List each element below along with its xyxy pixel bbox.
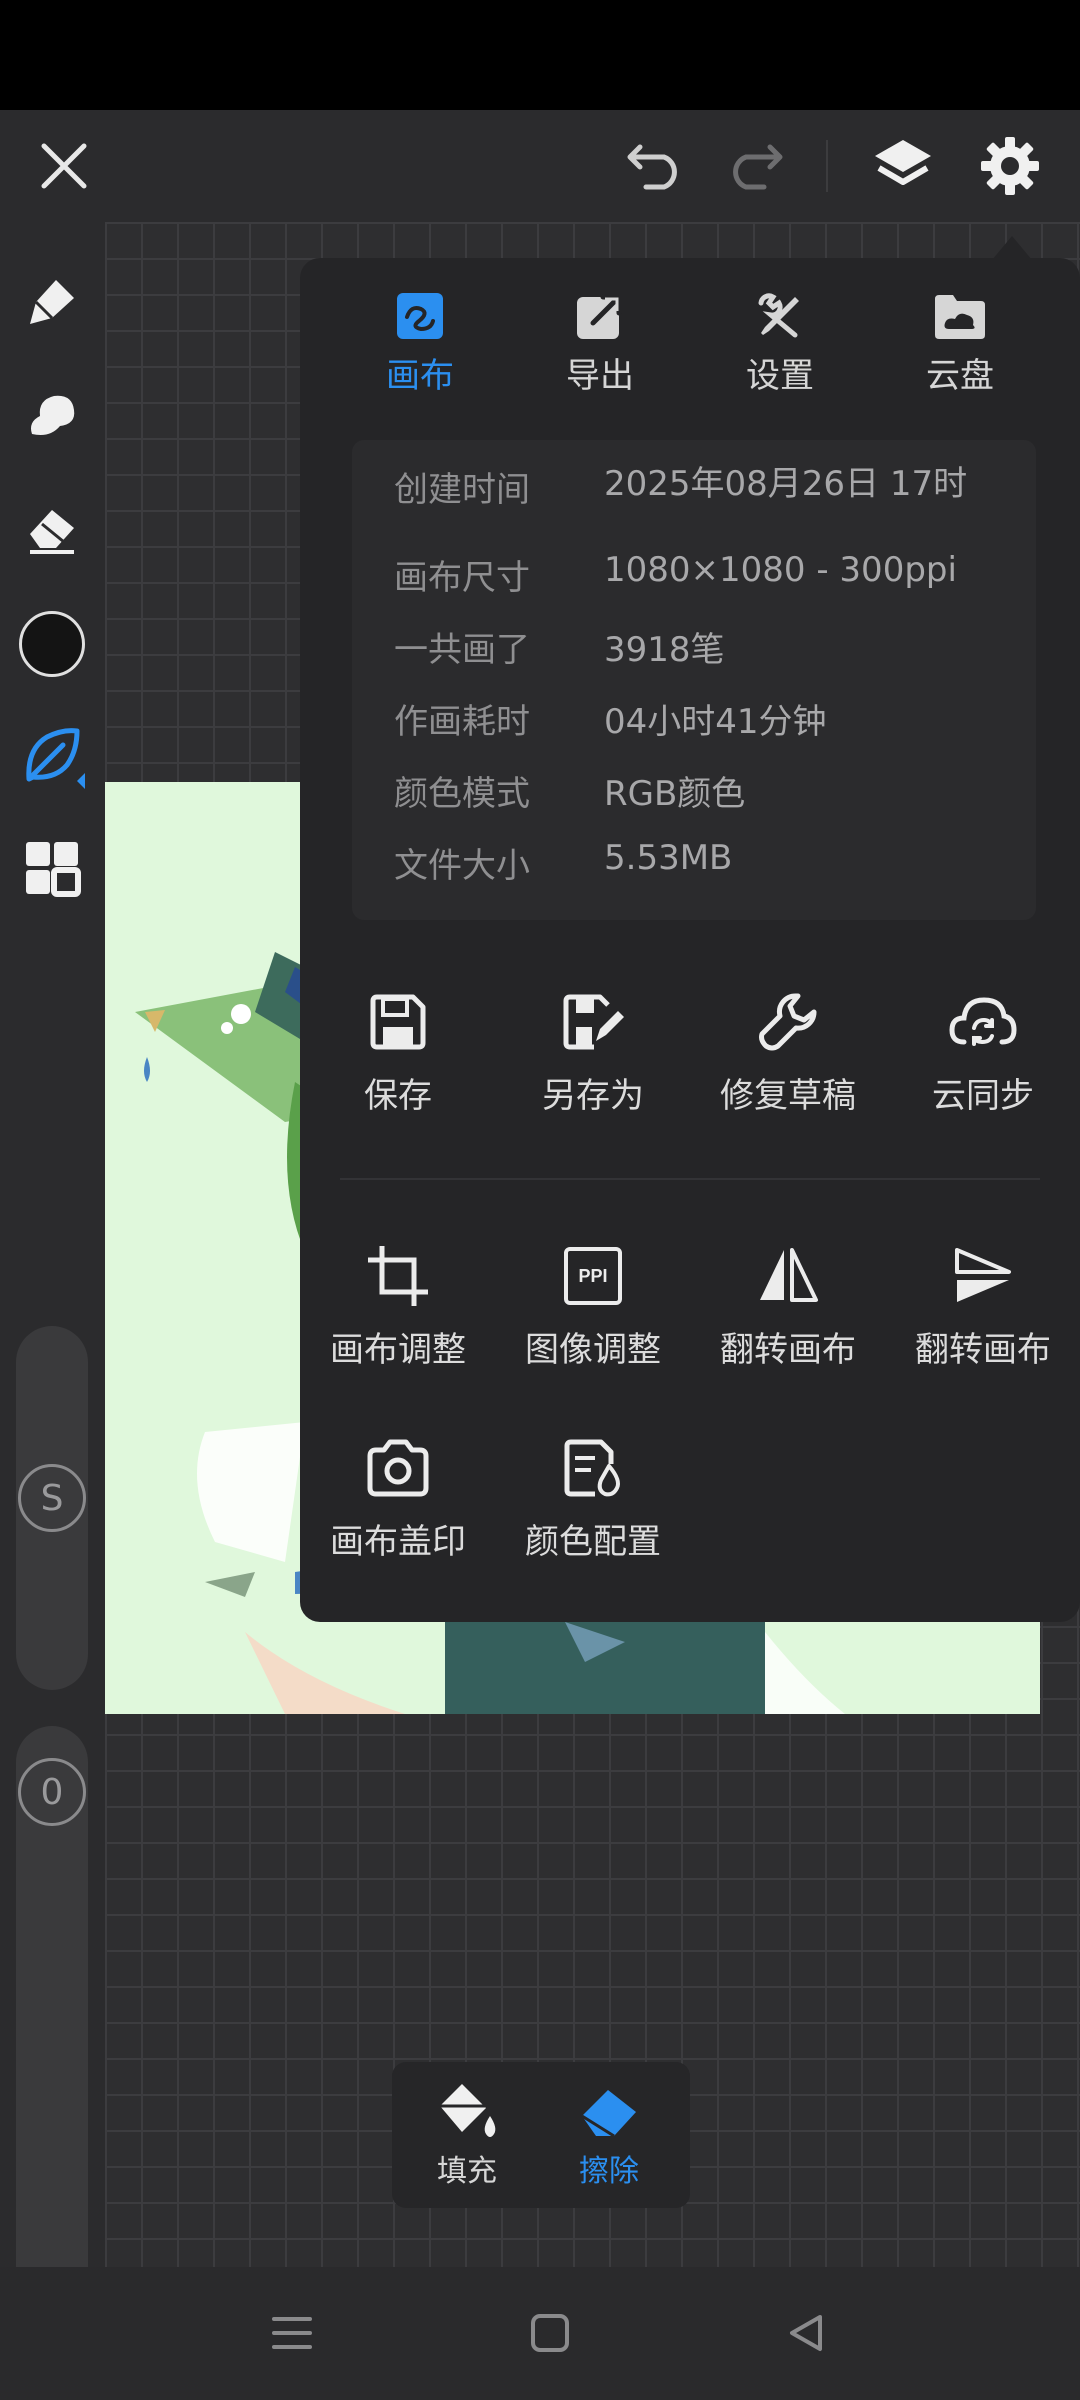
flip-vertical-button[interactable]: 翻转画布 — [885, 1238, 1080, 1371]
layers-icon[interactable] — [865, 128, 941, 204]
tab-settings[interactable]: 设置 — [690, 288, 870, 397]
tab-export[interactable]: 导出 — [510, 288, 690, 397]
image-adjust-button[interactable]: PPI 图像调整 — [495, 1238, 691, 1371]
info-key: 创建时间 — [394, 470, 530, 510]
action-label: 云同步 — [932, 1076, 1034, 1116]
ppi-text: PPI — [564, 1247, 622, 1305]
action-label: 翻转画布 — [915, 1330, 1051, 1370]
info-value: 2025年08月26日 17时09分 — [604, 464, 968, 504]
brush-library-icon[interactable] — [12, 716, 92, 796]
redo-icon[interactable] — [716, 128, 792, 204]
repair-draft-button[interactable]: 修复草稿 — [690, 984, 886, 1117]
camera-icon — [360, 1430, 436, 1506]
toolbar-divider — [826, 140, 828, 192]
cloud-drive-icon — [932, 288, 988, 344]
fill-tool-button[interactable]: 填充 — [402, 2076, 532, 2190]
action-label: 保存 — [364, 1076, 432, 1116]
flip-vertical-icon — [945, 1238, 1021, 1314]
brush-size-knob[interactable]: S — [18, 1464, 86, 1532]
tab-label: 设置 — [746, 356, 814, 396]
info-row-size: 画布尺寸 1080×1080 - 300ppi — [394, 550, 957, 599]
left-toolbar: S 0 — [0, 222, 105, 2346]
info-key: 作画耗时 — [394, 702, 530, 742]
info-value: 04小时41分钟 — [604, 702, 827, 742]
pill-label: 填充 — [437, 2154, 497, 2189]
info-row-file-size: 文件大小 5.53MB — [394, 838, 732, 887]
save-as-button[interactable]: 另存为 — [495, 984, 691, 1117]
flip-horizontal-button[interactable]: 翻转画布 — [690, 1238, 886, 1371]
pen-tool-icon[interactable] — [12, 262, 92, 342]
bottom-tool-pill: 填充 擦除 — [392, 2062, 690, 2208]
color-profile-button[interactable]: 颜色配置 — [495, 1430, 691, 1563]
action-label: 画布调整 — [330, 1330, 466, 1370]
menu-icon[interactable] — [262, 2303, 322, 2363]
back-icon[interactable] — [776, 2303, 836, 2363]
cloud-sync-button[interactable]: 云同步 — [885, 984, 1080, 1117]
canvas-icon — [392, 288, 448, 344]
opacity-label: 0 — [40, 1771, 64, 1813]
size-label: S — [40, 1477, 64, 1519]
info-row-duration: 作画耗时 04小时41分钟 — [394, 694, 827, 743]
action-label: 图像调整 — [525, 1330, 661, 1370]
eraser-icon — [544, 2076, 674, 2144]
action-label: 颜色配置 — [525, 1522, 661, 1562]
info-value: 5.53MB — [604, 838, 733, 878]
tab-label: 云盘 — [926, 356, 994, 396]
top-bar — [0, 110, 1080, 222]
smudge-tool-icon[interactable] — [12, 376, 92, 456]
info-key: 颜色模式 — [394, 774, 530, 814]
undo-icon[interactable] — [618, 128, 694, 204]
tab-label: 导出 — [566, 356, 634, 396]
save-as-icon — [555, 984, 631, 1060]
info-row-created: 创建时间 2025年08月26日 17时09分 — [394, 462, 1004, 511]
info-row-color-mode: 颜色模式 RGB颜色 — [394, 766, 745, 815]
canvas-stamp-button[interactable]: 画布盖印 — [300, 1430, 496, 1563]
info-key: 一共画了 — [394, 630, 530, 670]
erase-tool-button[interactable]: 擦除 — [544, 2076, 674, 2190]
info-key: 文件大小 — [394, 846, 530, 886]
wrench-icon — [750, 984, 826, 1060]
status-bar — [0, 0, 1080, 110]
info-key: 画布尺寸 — [394, 558, 530, 598]
tab-label: 画布 — [386, 356, 454, 396]
home-icon[interactable] — [520, 2303, 580, 2363]
system-navigation-bar — [0, 2267, 1080, 2400]
fill-bucket-icon — [402, 2076, 532, 2144]
crop-icon — [360, 1238, 436, 1314]
color-profile-icon — [555, 1430, 631, 1506]
opacity-knob[interactable]: 0 — [18, 1758, 86, 1826]
info-value: 1080×1080 - 300ppi — [604, 550, 957, 590]
pill-label: 擦除 — [579, 2154, 639, 2189]
flip-horizontal-icon — [750, 1238, 826, 1314]
canvas-info-box: 创建时间 2025年08月26日 17时09分 画布尺寸 1080×1080 -… — [352, 440, 1036, 920]
panel-divider — [340, 1178, 1040, 1180]
cloud-sync-icon — [945, 984, 1021, 1060]
color-swatch[interactable] — [12, 604, 92, 684]
ppi-icon: PPI — [555, 1238, 631, 1314]
canvas-adjust-button[interactable]: 画布调整 — [300, 1238, 496, 1371]
info-row-strokes: 一共画了 3918笔 — [394, 622, 725, 671]
save-button[interactable]: 保存 — [300, 984, 496, 1117]
eraser-tool-icon[interactable] — [12, 488, 92, 568]
tab-cloud-drive[interactable]: 云盘 — [870, 288, 1050, 397]
action-label: 翻转画布 — [720, 1330, 856, 1370]
save-icon — [360, 984, 436, 1060]
panel-caret — [992, 236, 1032, 260]
canvas-menu-panel: 画布 导出 设置 云盘 创建时间 2025年08月26日 17时09分 — [300, 258, 1080, 1622]
gear-icon[interactable] — [972, 128, 1048, 204]
tools-icon — [752, 288, 808, 344]
action-label: 修复草稿 — [720, 1076, 856, 1116]
action-label: 另存为 — [542, 1076, 644, 1116]
gallery-grid-icon[interactable] — [12, 828, 92, 908]
close-icon[interactable] — [26, 128, 102, 204]
info-value: RGB颜色 — [604, 774, 746, 814]
export-icon — [572, 288, 628, 344]
tab-canvas[interactable]: 画布 — [330, 288, 510, 397]
action-label: 画布盖印 — [330, 1522, 466, 1562]
info-value: 3918笔 — [604, 630, 725, 670]
